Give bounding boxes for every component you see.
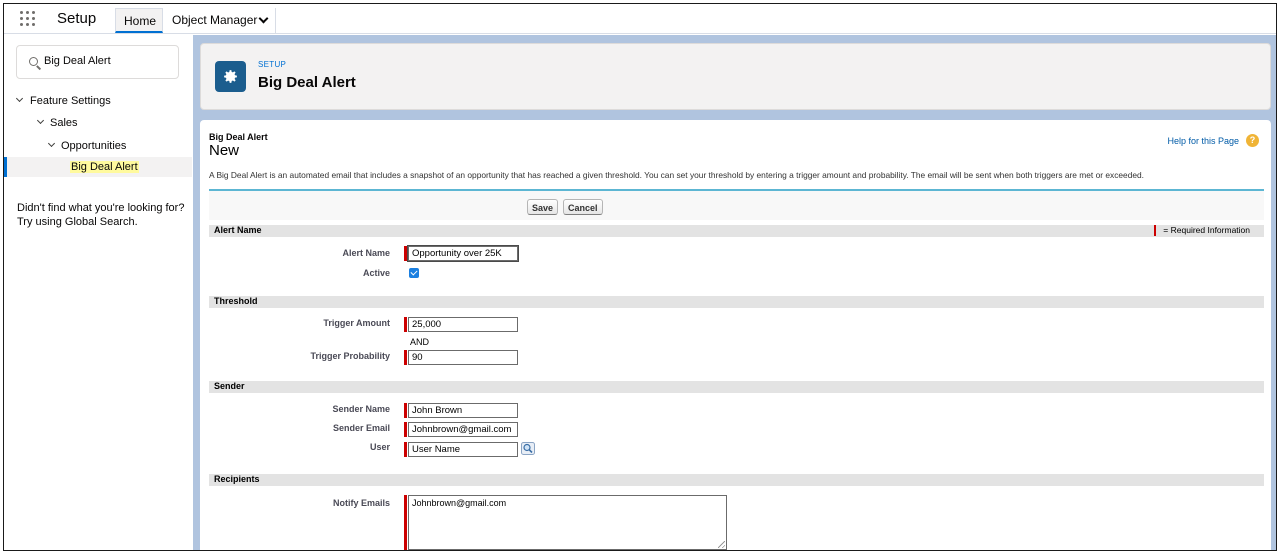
global-search-hint: Didn't find what you're looking for? Try… xyxy=(17,201,184,229)
app-name: Setup xyxy=(57,10,97,27)
top-navigation: Setup Home Object Manager xyxy=(4,4,1276,34)
notify-emails-label: Notify Emails xyxy=(332,498,390,508)
and-text: AND xyxy=(410,337,430,347)
edit-form: Big Deal Alert New Help for this Page ? … xyxy=(200,120,1271,550)
resize-handle[interactable] xyxy=(718,541,725,548)
page-title: Big Deal Alert xyxy=(258,74,356,91)
notify-emails-textarea[interactable]: Johnbrown@gmail.com xyxy=(408,495,727,550)
tree-item-sales[interactable]: Sales xyxy=(50,117,78,129)
sender-email-label: Sender Email xyxy=(332,423,390,433)
page-header: SETUP Big Deal Alert xyxy=(200,43,1271,110)
user-lookup-field[interactable]: User Name xyxy=(408,442,518,457)
lookup-icon-glyph xyxy=(521,442,535,455)
section-title: Sender xyxy=(214,381,245,391)
trigger-probability-field[interactable]: 90 xyxy=(408,350,518,365)
required-legend-text: = Required Information xyxy=(1163,225,1250,235)
tree-item-big-deal-alert[interactable]: Big Deal Alert xyxy=(70,161,139,173)
setup-sidebar: Big Deal Alert Feature Settings Sales Op… xyxy=(4,35,192,550)
trigger-amount-label: Trigger Amount xyxy=(323,318,390,328)
tab-home[interactable]: Home xyxy=(115,8,163,33)
help-icon[interactable]: ? xyxy=(1246,134,1259,147)
chevron-down-icon[interactable] xyxy=(47,139,56,148)
chevron-down-icon[interactable] xyxy=(36,116,45,125)
alert-name-label: Alert Name xyxy=(342,248,390,258)
required-marker xyxy=(404,422,407,437)
tree-item-feature-settings[interactable]: Feature Settings xyxy=(30,95,111,107)
chevron-down-icon[interactable] xyxy=(258,13,269,24)
required-marker xyxy=(404,442,407,457)
required-marker xyxy=(404,403,407,418)
required-marker xyxy=(1154,225,1157,237)
sender-name-label: Sender Name xyxy=(332,404,390,414)
tree-item-opportunities[interactable]: Opportunities xyxy=(61,140,126,152)
search-icon xyxy=(29,57,38,66)
section-title: Recipients xyxy=(214,474,260,484)
trigger-probability-label: Trigger Probability xyxy=(310,351,390,361)
tab-object-manager[interactable]: Object Manager xyxy=(164,8,276,33)
gear-icon xyxy=(215,61,246,92)
section-title: Threshold xyxy=(214,296,258,306)
sender-email-field[interactable]: Johnbrown@gmail.com xyxy=(408,422,518,437)
sender-name-field[interactable]: John Brown xyxy=(408,403,518,418)
app-window: Setup Home Object Manager Big Deal Alert… xyxy=(3,3,1277,551)
waffle-icon[interactable] xyxy=(20,11,36,27)
alert-name-field[interactable]: Opportunity over 25K xyxy=(407,245,519,262)
search-input[interactable]: Big Deal Alert xyxy=(44,55,111,67)
help-for-page-link[interactable]: Help for this Page xyxy=(1167,136,1239,146)
section-alert-name: Alert Name = Required Information xyxy=(209,224,1264,237)
button-bar: Save Cancel xyxy=(209,191,1264,220)
tab-object-manager-label: Object Manager xyxy=(172,13,258,27)
chevron-down-icon[interactable] xyxy=(15,94,24,103)
section-title: Alert Name xyxy=(214,225,262,235)
active-label: Active xyxy=(362,268,390,278)
required-marker xyxy=(404,495,407,550)
record-mode-title: New xyxy=(209,142,240,159)
required-marker xyxy=(404,317,407,332)
required-marker xyxy=(404,350,407,365)
main-panel: SETUP Big Deal Alert Big Deal Alert New … xyxy=(193,35,1276,550)
breadcrumb[interactable]: SETUP xyxy=(258,60,286,69)
global-search-hint-line2: Try using Global Search. xyxy=(17,216,138,228)
lookup-magnifier-icon[interactable] xyxy=(521,442,535,455)
user-label: User xyxy=(369,442,390,452)
global-search-hint-line1: Didn't find what you're looking for? xyxy=(17,202,185,214)
section-sender: Sender xyxy=(209,380,1264,393)
quick-find-search[interactable]: Big Deal Alert xyxy=(16,45,179,79)
object-title: Big Deal Alert xyxy=(209,132,268,142)
notify-emails-value: Johnbrown@gmail.com xyxy=(412,498,507,508)
active-checkbox[interactable] xyxy=(409,268,419,278)
tree-item-big-deal-alert-label: Big Deal Alert xyxy=(70,161,139,173)
trigger-amount-field[interactable]: 25,000 xyxy=(408,317,518,332)
section-recipients: Recipients xyxy=(209,473,1264,486)
page-description: A Big Deal Alert is an automated email t… xyxy=(209,170,1144,180)
save-button[interactable]: Save xyxy=(527,199,559,215)
required-legend: = Required Information xyxy=(1154,225,1250,237)
section-threshold: Threshold xyxy=(209,295,1264,308)
required-marker xyxy=(404,246,407,261)
gear-icon-glyph xyxy=(224,70,237,83)
cancel-button[interactable]: Cancel xyxy=(563,199,603,215)
